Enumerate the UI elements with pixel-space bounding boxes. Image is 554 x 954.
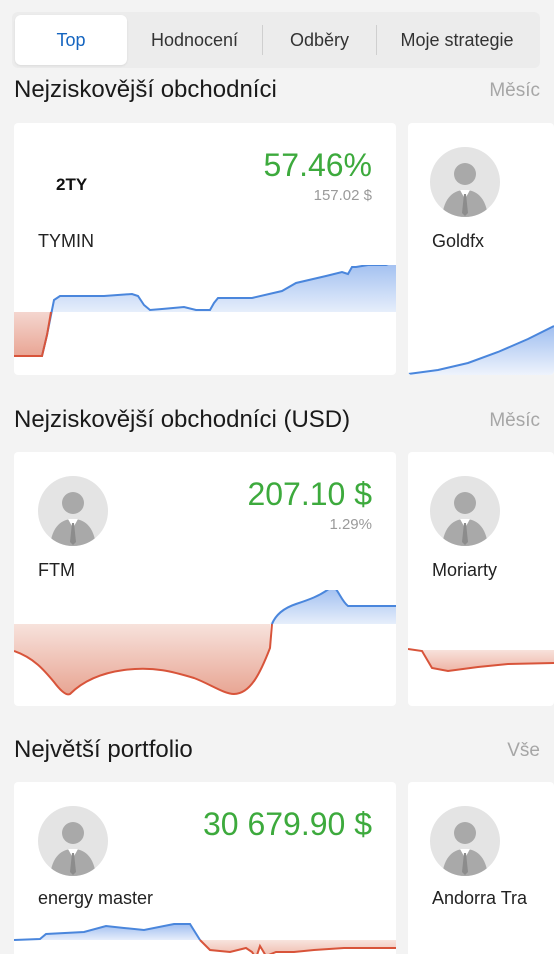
trader-card-ftm[interactable]: 207.10 $ 1.29% FTM <box>14 452 396 706</box>
profit-area <box>408 326 554 375</box>
tab-moje-strategie-label: Moje strategie <box>400 29 514 50</box>
equity-chart <box>14 590 396 696</box>
user-avatar-icon <box>442 163 488 217</box>
avatar <box>430 147 500 217</box>
trader-name: Moriarty <box>432 560 498 580</box>
trader-card-andorra[interactable]: Andorra Tra <box>408 782 554 954</box>
avatar <box>38 476 108 546</box>
section-title-top-traders: Nejziskovější obchodníci <box>14 76 277 103</box>
user-avatar-icon <box>50 492 96 546</box>
equity-chart <box>408 325 554 375</box>
trader-card-moriarty[interactable]: Moriarty <box>408 452 554 706</box>
tab-top-label: Top <box>56 29 86 50</box>
user-avatar-icon <box>442 492 488 546</box>
trader-logo: 2TY <box>56 175 88 194</box>
tab-bar: Top Hodnocení Odběry Moje strategie <box>12 12 540 68</box>
user-avatar-icon <box>50 822 96 876</box>
loss-area <box>14 624 270 695</box>
trader-card-tymin[interactable]: 2TY 57.46% 157.02 $ TYMIN <box>14 123 396 375</box>
tab-top[interactable]: Top <box>15 15 127 65</box>
tab-hodnoceni[interactable]: Hodnocení <box>127 15 262 65</box>
avatar <box>430 476 500 546</box>
equity-chart <box>14 923 396 954</box>
period-selector-month[interactable]: Měsíc <box>489 80 540 102</box>
profit-amount: 157.02 $ <box>313 187 372 204</box>
trader-name: energy master <box>38 888 154 908</box>
profit-percent: 1.29% <box>329 516 372 533</box>
tab-odbery-label: Odběry <box>289 29 350 50</box>
tab-odbery[interactable]: Odběry <box>263 15 376 65</box>
trader-name: TYMIN <box>38 231 94 251</box>
period-selector-month[interactable]: Měsíc <box>489 410 540 432</box>
trader-name: Goldfx <box>432 231 485 251</box>
equity-chart <box>408 648 554 673</box>
loss-area <box>14 312 51 356</box>
section-title-biggest-portfolio: Největší portfolio <box>14 736 193 763</box>
profit-amount: 207.10 $ <box>247 476 372 512</box>
trader-name: FTM <box>38 560 75 580</box>
period-selector-all[interactable]: Vše <box>507 740 540 762</box>
user-avatar-icon <box>442 822 488 876</box>
profit-percent: 57.46% <box>263 147 372 183</box>
trader-card-goldfx[interactable]: Goldfx <box>408 123 554 375</box>
tab-moje-strategie[interactable]: Moje strategie <box>377 15 537 65</box>
avatar <box>38 806 108 876</box>
portfolio-value: 30 679.90 $ <box>202 806 372 842</box>
avatar <box>430 806 500 876</box>
trader-name: Andorra Tra <box>432 888 528 908</box>
section-title-top-traders-usd: Nejziskovější obchodníci (USD) <box>14 406 351 433</box>
tab-hodnoceni-label: Hodnocení <box>150 29 239 50</box>
trader-card-energy-master[interactable]: 30 679.90 $ energy master <box>14 782 396 954</box>
equity-chart <box>14 265 396 357</box>
